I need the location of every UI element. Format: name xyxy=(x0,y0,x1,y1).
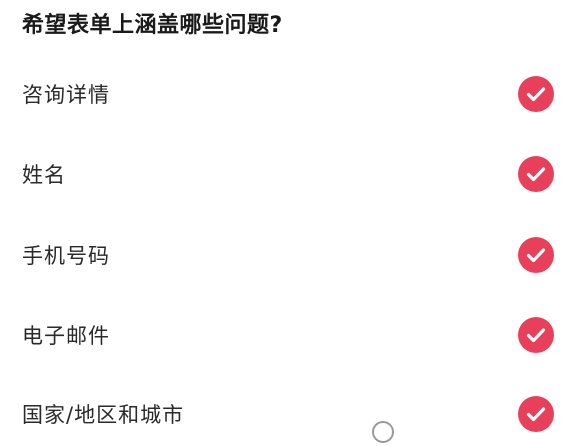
form-questions-panel: 希望表单上涵盖哪些问题? 咨询详情 姓名 手机号码 电子邮件 国家/地区和城市 xyxy=(0,0,568,443)
option-label: 姓名 xyxy=(22,163,66,187)
check-circle-icon[interactable] xyxy=(518,156,554,192)
option-row-country-region-city[interactable]: 国家/地区和城市 xyxy=(0,382,568,446)
check-circle-icon[interactable] xyxy=(518,317,554,353)
option-label: 咨询详情 xyxy=(22,83,110,107)
option-row-phone-number[interactable]: 手机号码 xyxy=(0,223,568,287)
option-label: 国家/地区和城市 xyxy=(22,403,185,427)
option-row-inquiry-details[interactable]: 咨询详情 xyxy=(0,62,568,126)
option-label: 电子邮件 xyxy=(22,324,110,348)
check-circle-icon[interactable] xyxy=(518,237,554,273)
question-option-list: 咨询详情 姓名 手机号码 电子邮件 国家/地区和城市 xyxy=(0,0,568,432)
option-row-email[interactable]: 电子邮件 xyxy=(0,303,568,367)
option-row-name[interactable]: 姓名 xyxy=(0,142,568,206)
check-circle-icon[interactable] xyxy=(518,396,554,432)
check-circle-icon[interactable] xyxy=(518,76,554,112)
scroll-indicator-icon xyxy=(372,421,394,443)
option-label: 手机号码 xyxy=(22,244,110,268)
